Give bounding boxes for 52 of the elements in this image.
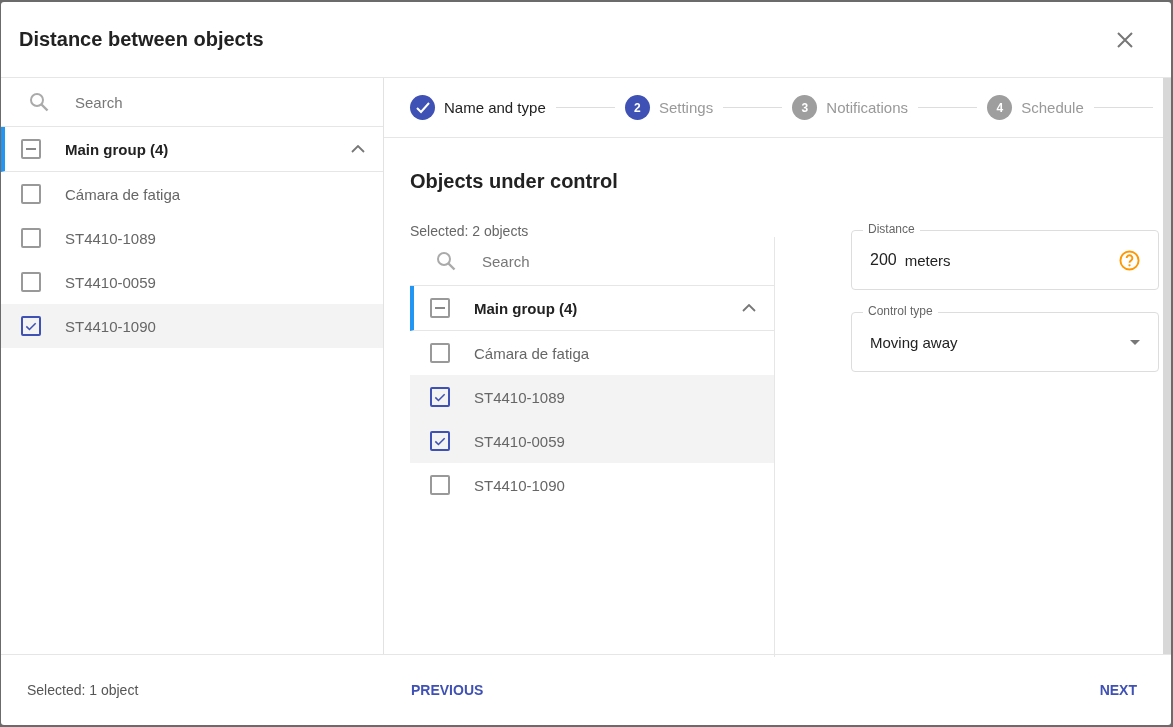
checkbox[interactable] — [21, 272, 41, 292]
field-label: Control type — [863, 304, 938, 318]
checkbox[interactable] — [430, 475, 450, 495]
list-item[interactable]: Cámara de fatiga — [1, 172, 383, 216]
checkbox[interactable] — [21, 228, 41, 248]
group-label: Main group (4) — [474, 299, 579, 317]
checkbox[interactable] — [21, 316, 41, 336]
caret-icon — [1130, 339, 1140, 345]
list-item[interactable]: ST4410-1090 — [1, 304, 383, 348]
step-number: 3 — [792, 95, 818, 120]
checkbox[interactable] — [21, 184, 41, 204]
checkbox[interactable] — [430, 343, 450, 363]
list-item[interactable]: Cámara de fatiga — [410, 331, 774, 375]
item-label: ST4410-1090 — [65, 317, 156, 335]
field-label: Distance — [863, 222, 920, 236]
checkbox[interactable] — [430, 387, 450, 407]
group-row[interactable]: Main group (4) — [1, 127, 383, 172]
item-label: Cámara de fatiga — [474, 344, 590, 362]
item-label: ST4410-0059 — [474, 432, 565, 450]
item-label: ST4410-1090 — [474, 476, 565, 494]
previous-button[interactable]: PREVIOUS — [411, 676, 484, 704]
section-title: Objects under control — [410, 170, 619, 193]
checkbox[interactable] — [430, 431, 450, 451]
item-label: Cámara de fatiga — [65, 185, 181, 203]
dialog-title: Distance between objects — [19, 28, 264, 51]
group-label: Main group (4) — [65, 140, 170, 158]
item-label: ST4410-0059 — [65, 273, 156, 291]
group-row[interactable]: Main group (4) — [410, 286, 774, 331]
step-tab[interactable]: Name and type — [444, 99, 546, 116]
next-button[interactable]: NEXT — [1099, 676, 1137, 704]
selection-count: Selected: 2 objects — [410, 223, 530, 239]
dropdown-value: Moving away — [870, 333, 959, 351]
chevron-icon[interactable] — [742, 304, 756, 312]
item-label: ST4410-1089 — [474, 388, 565, 406]
checkbox[interactable] — [430, 298, 450, 318]
item-label: ST4410-1089 — [65, 229, 156, 247]
unit-label: meters — [904, 251, 952, 269]
checkbox[interactable] — [21, 139, 41, 159]
distance-value: 200 — [870, 251, 897, 269]
close-icon[interactable] — [1117, 31, 1133, 48]
step-number: 4 — [987, 95, 1013, 120]
chevron-icon[interactable] — [351, 145, 365, 153]
list-item[interactable]: ST4410-1089 — [1, 216, 383, 260]
selection-count: Selected: 1 object — [27, 682, 140, 698]
step-number: 2 — [624, 95, 650, 120]
list-item[interactable]: ST4410-1090 — [410, 463, 774, 507]
list-item[interactable]: ST4410-0059 — [1, 260, 383, 304]
list-item[interactable]: ST4410-1089 — [410, 375, 774, 419]
search-icon — [436, 251, 456, 271]
search-icon — [29, 92, 49, 112]
list-item[interactable]: ST4410-0059 — [410, 419, 774, 463]
help-icon[interactable] — [1119, 249, 1140, 271]
